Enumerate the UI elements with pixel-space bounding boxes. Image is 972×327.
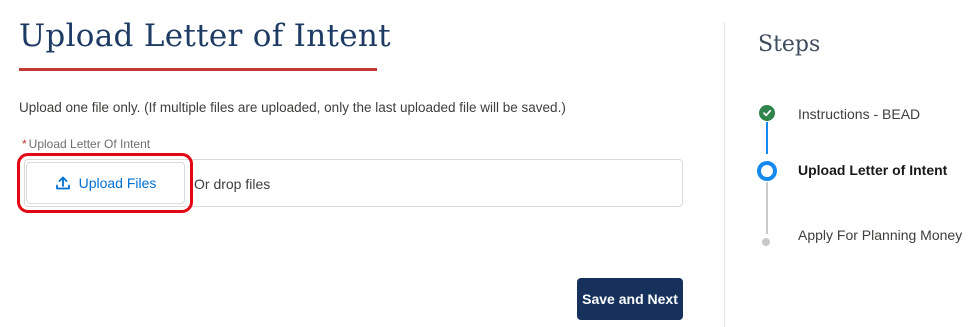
step-connector-complete: [766, 122, 768, 154]
upload-files-label: Upload Files: [78, 175, 157, 191]
step-complete-check-icon: [759, 105, 775, 121]
step-connector-pending: [766, 182, 768, 234]
main-panel: Upload Letter of Intent Upload one file …: [0, 0, 725, 327]
panel-divider: [724, 22, 725, 327]
step-pending-dot: [762, 238, 770, 246]
step-upload-letter-of-intent[interactable]: Upload Letter of Intent: [798, 162, 947, 178]
step-current-indicator: [757, 161, 777, 181]
steps-title: Steps: [758, 32, 821, 57]
save-and-next-button[interactable]: Save and Next: [577, 278, 683, 320]
step-apply-for-planning-money[interactable]: Apply For Planning Money: [798, 222, 968, 248]
upload-instructions: Upload one file only. (If multiple files…: [19, 100, 566, 115]
upload-files-button[interactable]: Upload Files: [26, 162, 185, 204]
upload-icon: [55, 175, 71, 191]
step-instructions-bead[interactable]: Instructions - BEAD: [798, 106, 920, 122]
page-title: Upload Letter of Intent: [19, 18, 391, 54]
required-marker: *: [22, 137, 27, 151]
upload-field-label-text: Upload Letter Of Intent: [28, 137, 151, 151]
drop-files-text: Or drop files: [194, 176, 271, 192]
title-underline: [19, 68, 377, 71]
upload-field-label: * Upload Letter Of Intent: [22, 137, 150, 151]
